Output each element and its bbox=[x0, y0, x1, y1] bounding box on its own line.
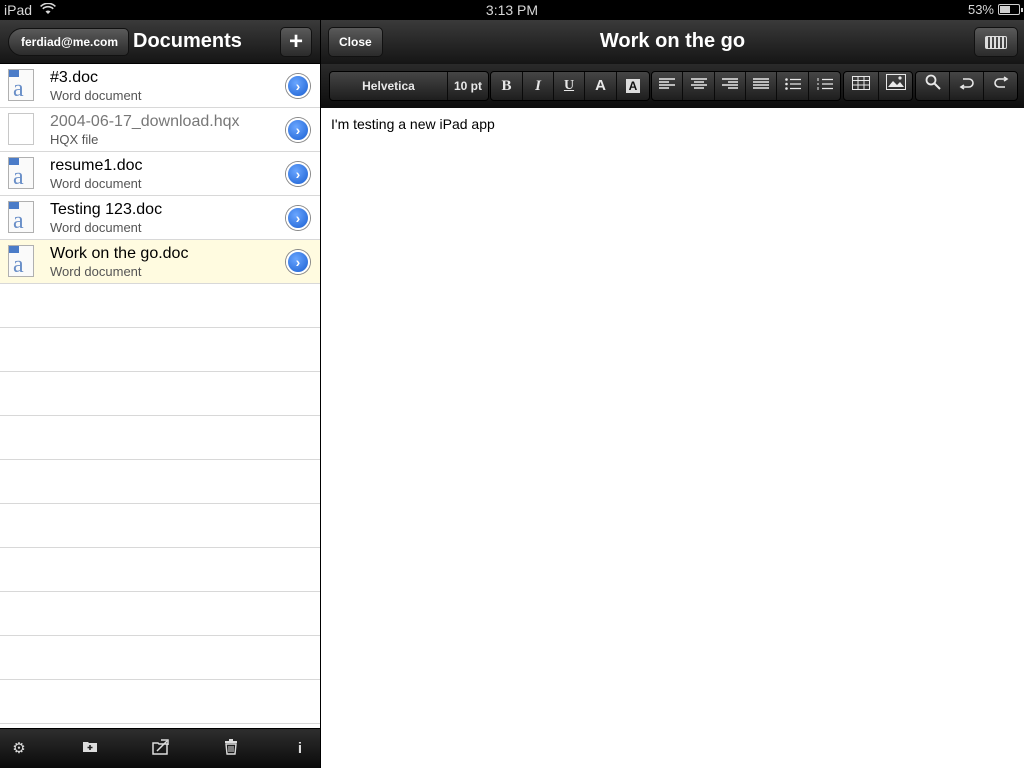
font-size-select[interactable]: 10 pt bbox=[448, 72, 488, 100]
documents-toolbar: ⚙ i bbox=[0, 728, 320, 768]
file-row-selected[interactable]: Work on the go.doc Word document › bbox=[0, 240, 320, 284]
font-select[interactable]: Helvetica bbox=[330, 72, 448, 100]
keyboard-icon bbox=[985, 36, 1007, 49]
editor-panel: Work on the go Close Helvetica 10 pt B I… bbox=[321, 20, 1024, 768]
file-row[interactable]: Testing 123.doc Word document › bbox=[0, 196, 320, 240]
highlight-color-icon[interactable]: A bbox=[617, 72, 649, 100]
empty-row bbox=[0, 636, 320, 680]
table-icon[interactable] bbox=[844, 72, 879, 100]
word-doc-icon bbox=[8, 69, 34, 103]
file-type: Word document bbox=[50, 264, 142, 279]
numbered-list-icon[interactable] bbox=[809, 72, 841, 100]
disclosure-icon[interactable]: › bbox=[286, 206, 310, 230]
disclosure-icon[interactable]: › bbox=[286, 162, 310, 186]
file-type: Word document bbox=[50, 176, 142, 191]
bold-icon[interactable]: B bbox=[491, 72, 523, 100]
file-name: Testing 123.doc bbox=[50, 201, 163, 218]
file-type: Word document bbox=[50, 220, 142, 235]
status-time: 3:13 PM bbox=[485, 2, 539, 18]
file-name: Work on the go.doc bbox=[50, 245, 189, 262]
file-row[interactable]: 2004-06-17_download.hqx HQX file › bbox=[0, 108, 320, 152]
insert-segment bbox=[843, 71, 913, 101]
disclosure-icon[interactable]: › bbox=[286, 118, 310, 142]
redo-icon[interactable] bbox=[984, 72, 1018, 100]
underline-icon[interactable]: U bbox=[554, 72, 585, 100]
align-left-icon[interactable] bbox=[652, 72, 683, 100]
empty-row bbox=[0, 548, 320, 592]
add-document-button[interactable]: + bbox=[280, 27, 312, 57]
file-row[interactable]: resume1.doc Word document › bbox=[0, 152, 320, 196]
battery-icon bbox=[998, 4, 1023, 15]
info-icon[interactable]: i bbox=[290, 739, 310, 759]
disclosure-icon[interactable]: › bbox=[286, 74, 310, 98]
document-body[interactable]: I'm testing a new iPad app bbox=[331, 116, 495, 132]
image-icon[interactable] bbox=[879, 72, 913, 100]
file-type: Word document bbox=[50, 88, 142, 103]
trash-icon[interactable] bbox=[221, 739, 241, 759]
justify-icon[interactable] bbox=[746, 72, 777, 100]
documents-panel: ferdiad@me.com Documents + #3.doc Word d… bbox=[0, 20, 320, 768]
align-right-icon[interactable] bbox=[715, 72, 746, 100]
empty-row bbox=[0, 372, 320, 416]
word-doc-icon bbox=[8, 201, 34, 235]
bullet-list-icon[interactable] bbox=[777, 72, 809, 100]
align-center-icon[interactable] bbox=[683, 72, 715, 100]
empty-row bbox=[0, 680, 320, 724]
disclosure-icon[interactable]: › bbox=[286, 250, 310, 274]
style-segment: B I U A A bbox=[490, 71, 650, 101]
format-toolbar: Helvetica 10 pt B I U A A bbox=[321, 64, 1024, 108]
file-name: resume1.doc bbox=[50, 157, 143, 174]
blank-file-icon bbox=[8, 113, 34, 145]
edit-segment bbox=[915, 71, 1018, 101]
empty-row bbox=[0, 460, 320, 504]
documents-title: Documents bbox=[133, 30, 242, 52]
paragraph-segment bbox=[651, 71, 841, 101]
undo-icon[interactable] bbox=[950, 72, 984, 100]
italic-icon[interactable]: I bbox=[523, 72, 554, 100]
battery-percent: 53% bbox=[967, 2, 994, 17]
document-title: Work on the go bbox=[599, 30, 746, 52]
move-icon[interactable] bbox=[151, 739, 171, 759]
documents-nav-bar: ferdiad@me.com Documents + bbox=[0, 20, 320, 64]
file-type: HQX file bbox=[50, 132, 99, 147]
keyboard-button[interactable] bbox=[974, 27, 1018, 57]
account-button[interactable]: ferdiad@me.com bbox=[8, 28, 130, 56]
file-name: 2004-06-17_download.hqx bbox=[50, 113, 240, 130]
empty-row bbox=[0, 284, 320, 328]
empty-row bbox=[0, 416, 320, 460]
font-segment: Helvetica 10 pt bbox=[329, 71, 489, 101]
word-doc-icon bbox=[8, 245, 34, 279]
search-icon[interactable] bbox=[916, 72, 950, 100]
file-name: #3.doc bbox=[50, 69, 99, 86]
empty-row bbox=[0, 592, 320, 636]
file-row[interactable]: #3.doc Word document › bbox=[0, 64, 320, 108]
new-folder-icon[interactable] bbox=[80, 739, 100, 759]
text-color-icon[interactable]: A bbox=[585, 72, 617, 100]
status-bar: iPad 3:13 PM 53% bbox=[0, 0, 1024, 20]
file-list: #3.doc Word document › 2004-06-17_downlo… bbox=[0, 64, 320, 724]
word-doc-icon bbox=[8, 157, 34, 191]
editor-nav-bar: Work on the go Close bbox=[321, 20, 1024, 64]
empty-row bbox=[0, 504, 320, 548]
gear-icon[interactable]: ⚙ bbox=[9, 739, 29, 759]
close-button[interactable]: Close bbox=[328, 27, 383, 57]
empty-row bbox=[0, 328, 320, 372]
